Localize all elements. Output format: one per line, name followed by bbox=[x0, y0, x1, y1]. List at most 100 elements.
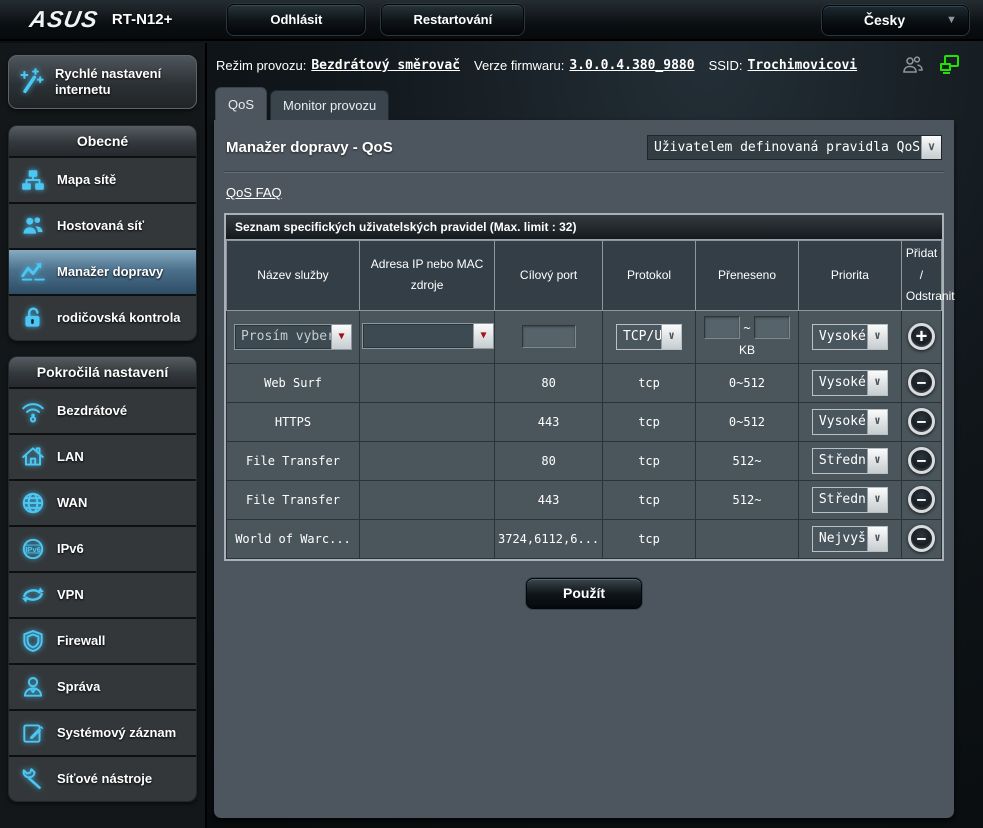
sidebar-item-ipv6[interactable]: IPv6 IPv6 bbox=[9, 527, 196, 571]
qos-faq-link[interactable]: QoS FAQ bbox=[226, 185, 282, 200]
qos-rule-type-value: Uživatelem definovaná pravidla QoS bbox=[648, 136, 921, 159]
sidebar-item-administration[interactable]: Správa bbox=[9, 665, 196, 709]
language-select[interactable]: Česky ▼ bbox=[822, 5, 969, 35]
table-row: Web Surf 80 tcp 0~512 Vysoké bbox=[227, 363, 942, 402]
service-cell: HTTPS bbox=[227, 402, 360, 441]
language-label: Česky bbox=[823, 12, 946, 28]
tab-bar: QoS Monitor provozu bbox=[209, 87, 983, 120]
sidebar-item-label: IPv6 bbox=[57, 541, 84, 557]
main-area: Režim provozu: Bezdrátový směrovač Verze… bbox=[209, 43, 983, 828]
priority-select[interactable]: Vysoké bbox=[812, 409, 888, 435]
firmware-version-link[interactable]: 3.0.0.4.380_9880 bbox=[569, 58, 694, 73]
sidebar-item-parental-control[interactable]: rodičovská kontrola bbox=[9, 296, 196, 340]
quick-internet-setup-button[interactable]: Rychlé nastavení internetu bbox=[8, 55, 197, 109]
status-bar: Režim provozu: Bezdrátový směrovač Verze… bbox=[209, 43, 983, 87]
sidebar-item-guest-network[interactable]: Hostovaná síť bbox=[9, 204, 196, 248]
sidebar-item-label: Systémový záznam bbox=[57, 725, 176, 741]
transferred-cell: 512~ bbox=[696, 441, 799, 480]
protocol-cell: tcp bbox=[603, 480, 696, 519]
qos-rule-type-select[interactable]: Uživatelem definovaná pravidla QoS bbox=[647, 135, 942, 160]
device-status-icon[interactable] bbox=[937, 54, 961, 76]
sidebar-item-network-map[interactable]: Mapa sítě bbox=[9, 158, 196, 202]
sidebar-section-title: Obecné bbox=[9, 126, 196, 156]
service-cell: World of Warc... bbox=[227, 519, 360, 558]
quick-setup-label: Rychlé nastavení internetu bbox=[55, 66, 190, 99]
delete-rule-button[interactable] bbox=[908, 525, 935, 552]
sidebar-item-label: Hostovaná síť bbox=[57, 218, 144, 234]
firewall-icon bbox=[18, 627, 48, 655]
admin-icon bbox=[18, 673, 48, 701]
apply-button[interactable]: Použít bbox=[526, 578, 642, 609]
sidebar-item-vpn[interactable]: VPN bbox=[9, 573, 196, 617]
router-model: RT-N12+ bbox=[112, 11, 172, 28]
system-log-icon bbox=[18, 719, 48, 747]
sidebar-item-traffic-manager[interactable]: Manažer dopravy bbox=[9, 250, 196, 294]
column-header: Adresa IP nebo MAC zdroje bbox=[359, 241, 494, 311]
svg-text:IPv6: IPv6 bbox=[25, 545, 41, 554]
table-row: File Transfer 80 tcp 512~ Střední bbox=[227, 441, 942, 480]
service-name-select[interactable]: Prosím vyberte bbox=[234, 324, 352, 350]
priority-select[interactable]: Vysoké bbox=[812, 324, 888, 350]
add-rule-button[interactable] bbox=[908, 323, 935, 350]
protocol-select[interactable]: TCP/UDP bbox=[616, 324, 682, 350]
clients-icon[interactable] bbox=[901, 54, 925, 76]
target-port-input[interactable] bbox=[522, 325, 576, 348]
divider bbox=[224, 171, 944, 173]
source-cell bbox=[359, 480, 494, 519]
ipv6-icon: IPv6 bbox=[18, 535, 48, 563]
lan-icon bbox=[18, 443, 48, 471]
range-unit-label: KB bbox=[698, 343, 796, 357]
delete-rule-button[interactable] bbox=[908, 408, 935, 435]
sidebar-item-firewall[interactable]: Firewall bbox=[9, 619, 196, 663]
sidebar-item-wan[interactable]: WAN bbox=[9, 481, 196, 525]
delete-rule-button[interactable] bbox=[908, 486, 935, 513]
priority-select[interactable]: Nejvyšší bbox=[812, 526, 888, 552]
transferred-cell: 0~512 bbox=[696, 363, 799, 402]
source-cell bbox=[359, 519, 494, 558]
transferred-min-input[interactable] bbox=[704, 316, 740, 339]
delete-rule-button[interactable] bbox=[908, 447, 935, 474]
column-header: Přidat / Odstranit bbox=[901, 241, 941, 311]
port-cell: 3724,6112,6... bbox=[495, 519, 603, 558]
sidebar-item-label: Mapa sítě bbox=[57, 172, 116, 188]
logout-button[interactable]: Odhlásit bbox=[227, 4, 365, 35]
chevron-down-icon bbox=[867, 449, 887, 473]
source-cell bbox=[359, 441, 494, 480]
sidebar-item-system-log[interactable]: Systémový záznam bbox=[9, 711, 196, 755]
operation-mode-link[interactable]: Bezdrátový směrovač bbox=[311, 58, 460, 73]
traffic-manager-icon bbox=[18, 258, 48, 286]
reboot-button[interactable]: Restartování bbox=[381, 4, 524, 35]
sidebar-section-title: Pokročilá nastavení bbox=[9, 357, 196, 387]
sidebar-item-label: Firewall bbox=[57, 633, 105, 649]
transferred-max-input[interactable] bbox=[754, 316, 790, 339]
magic-wand-icon bbox=[17, 68, 47, 96]
tab-monitor-provozu[interactable]: Monitor provozu bbox=[270, 90, 389, 120]
table-title: Seznam specifických uživatelských pravid… bbox=[226, 215, 942, 240]
vpn-icon bbox=[18, 581, 48, 609]
wireless-icon bbox=[18, 397, 48, 425]
sidebar-item-wireless[interactable]: Bezdrátové bbox=[9, 389, 196, 433]
source-cell bbox=[359, 363, 494, 402]
qos-rules-table: Seznam specifických uživatelských pravid… bbox=[224, 213, 944, 561]
chevron-down-icon bbox=[867, 325, 887, 349]
sidebar-item-lan[interactable]: LAN bbox=[9, 435, 196, 479]
table-header-row: Název služby Adresa IP nebo MAC zdroje C… bbox=[227, 241, 942, 311]
delete-rule-button[interactable] bbox=[908, 369, 935, 396]
priority-select[interactable]: Střední bbox=[812, 448, 888, 474]
source-address-select[interactable] bbox=[362, 323, 494, 349]
sidebar-section-general: Obecné Mapa sítě Ho bbox=[8, 125, 197, 341]
ssid-link[interactable]: Trochimovicovi bbox=[748, 58, 858, 73]
service-cell: Web Surf bbox=[227, 363, 360, 402]
table-row: World of Warc... 3724,6112,6... tcp Nejv… bbox=[227, 519, 942, 558]
content-panel: Manažer dopravy - QoS Uživatelem definov… bbox=[214, 120, 954, 818]
priority-select[interactable]: Střední bbox=[812, 487, 888, 513]
page-title: Manažer dopravy - QoS bbox=[226, 139, 393, 156]
guest-network-icon bbox=[18, 212, 48, 240]
sidebar-item-network-tools[interactable]: Síťové nástroje bbox=[9, 757, 196, 801]
transferred-cell bbox=[696, 519, 799, 558]
tab-qos[interactable]: QoS bbox=[215, 87, 267, 120]
column-header: Protokol bbox=[603, 241, 696, 311]
priority-select[interactable]: Vysoké bbox=[812, 370, 888, 396]
network-map-icon bbox=[18, 166, 48, 194]
port-cell: 443 bbox=[495, 480, 603, 519]
